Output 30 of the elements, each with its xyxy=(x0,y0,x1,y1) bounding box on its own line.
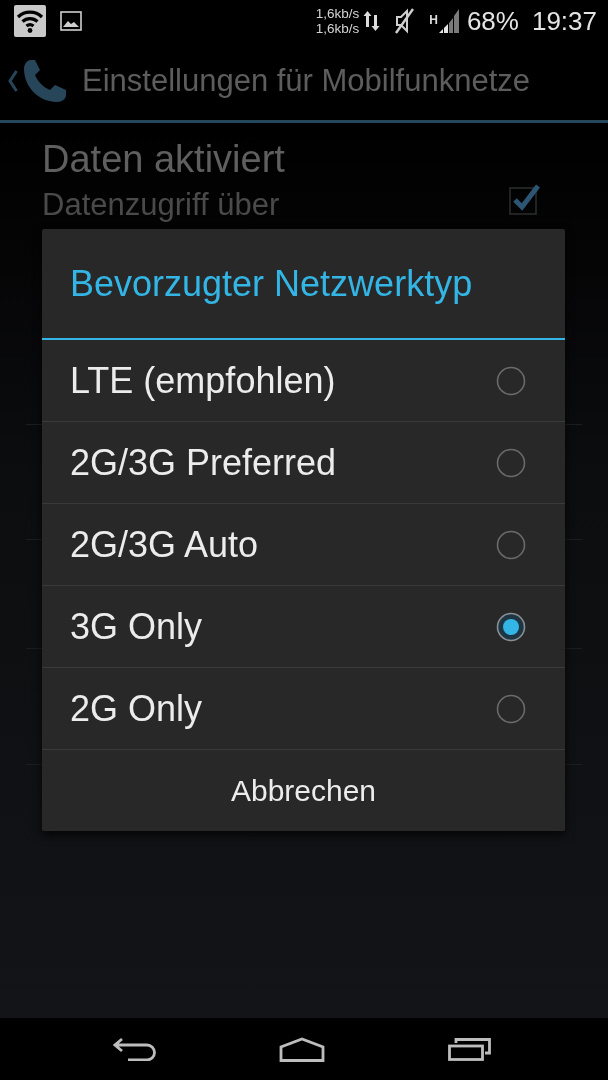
home-icon[interactable] xyxy=(279,1036,325,1062)
radio-button[interactable] xyxy=(496,365,526,396)
option-label[interactable]: 3G Only xyxy=(70,599,203,654)
network-type-text: H xyxy=(429,14,438,26)
setting-title: Daten aktiviert xyxy=(42,137,285,181)
back-icon[interactable] xyxy=(113,1037,156,1061)
image-icon xyxy=(60,11,82,31)
signal-strength-icon xyxy=(437,8,460,34)
option-label[interactable]: 2G/3G Auto xyxy=(70,517,259,572)
phone-icon[interactable] xyxy=(22,58,68,104)
radio-button[interactable] xyxy=(496,693,526,724)
option-label[interactable]: 2G Only xyxy=(70,681,203,736)
up-down-arrows-icon xyxy=(363,10,381,32)
battery-percent-text: 68% xyxy=(466,6,519,36)
up-caret-icon[interactable] xyxy=(8,70,18,92)
download-rate-text: 1,6kb/s xyxy=(315,21,360,36)
upload-rate-text: 1,6kb/s xyxy=(315,6,360,21)
option-label[interactable]: LTE (empfohlen) xyxy=(70,353,336,408)
radio-button[interactable] xyxy=(496,447,526,478)
dialog-title: Bevorzugter Netzwerktyp xyxy=(42,229,565,340)
setting-summary: Datenzugriff über xyxy=(42,187,281,223)
recent-apps-icon[interactable] xyxy=(448,1037,491,1061)
radio-button[interactable] xyxy=(496,611,526,642)
option-label[interactable]: 2G/3G Preferred xyxy=(70,435,337,490)
muted-speaker-icon xyxy=(393,8,416,34)
screen-title: Einstellungen für Mobilfunknetze xyxy=(82,61,531,100)
wifi-icon xyxy=(14,5,46,37)
radio-button[interactable] xyxy=(496,529,526,560)
cancel-button[interactable]: Abbrechen xyxy=(42,750,565,831)
clock-text: 19:37 xyxy=(531,6,597,36)
